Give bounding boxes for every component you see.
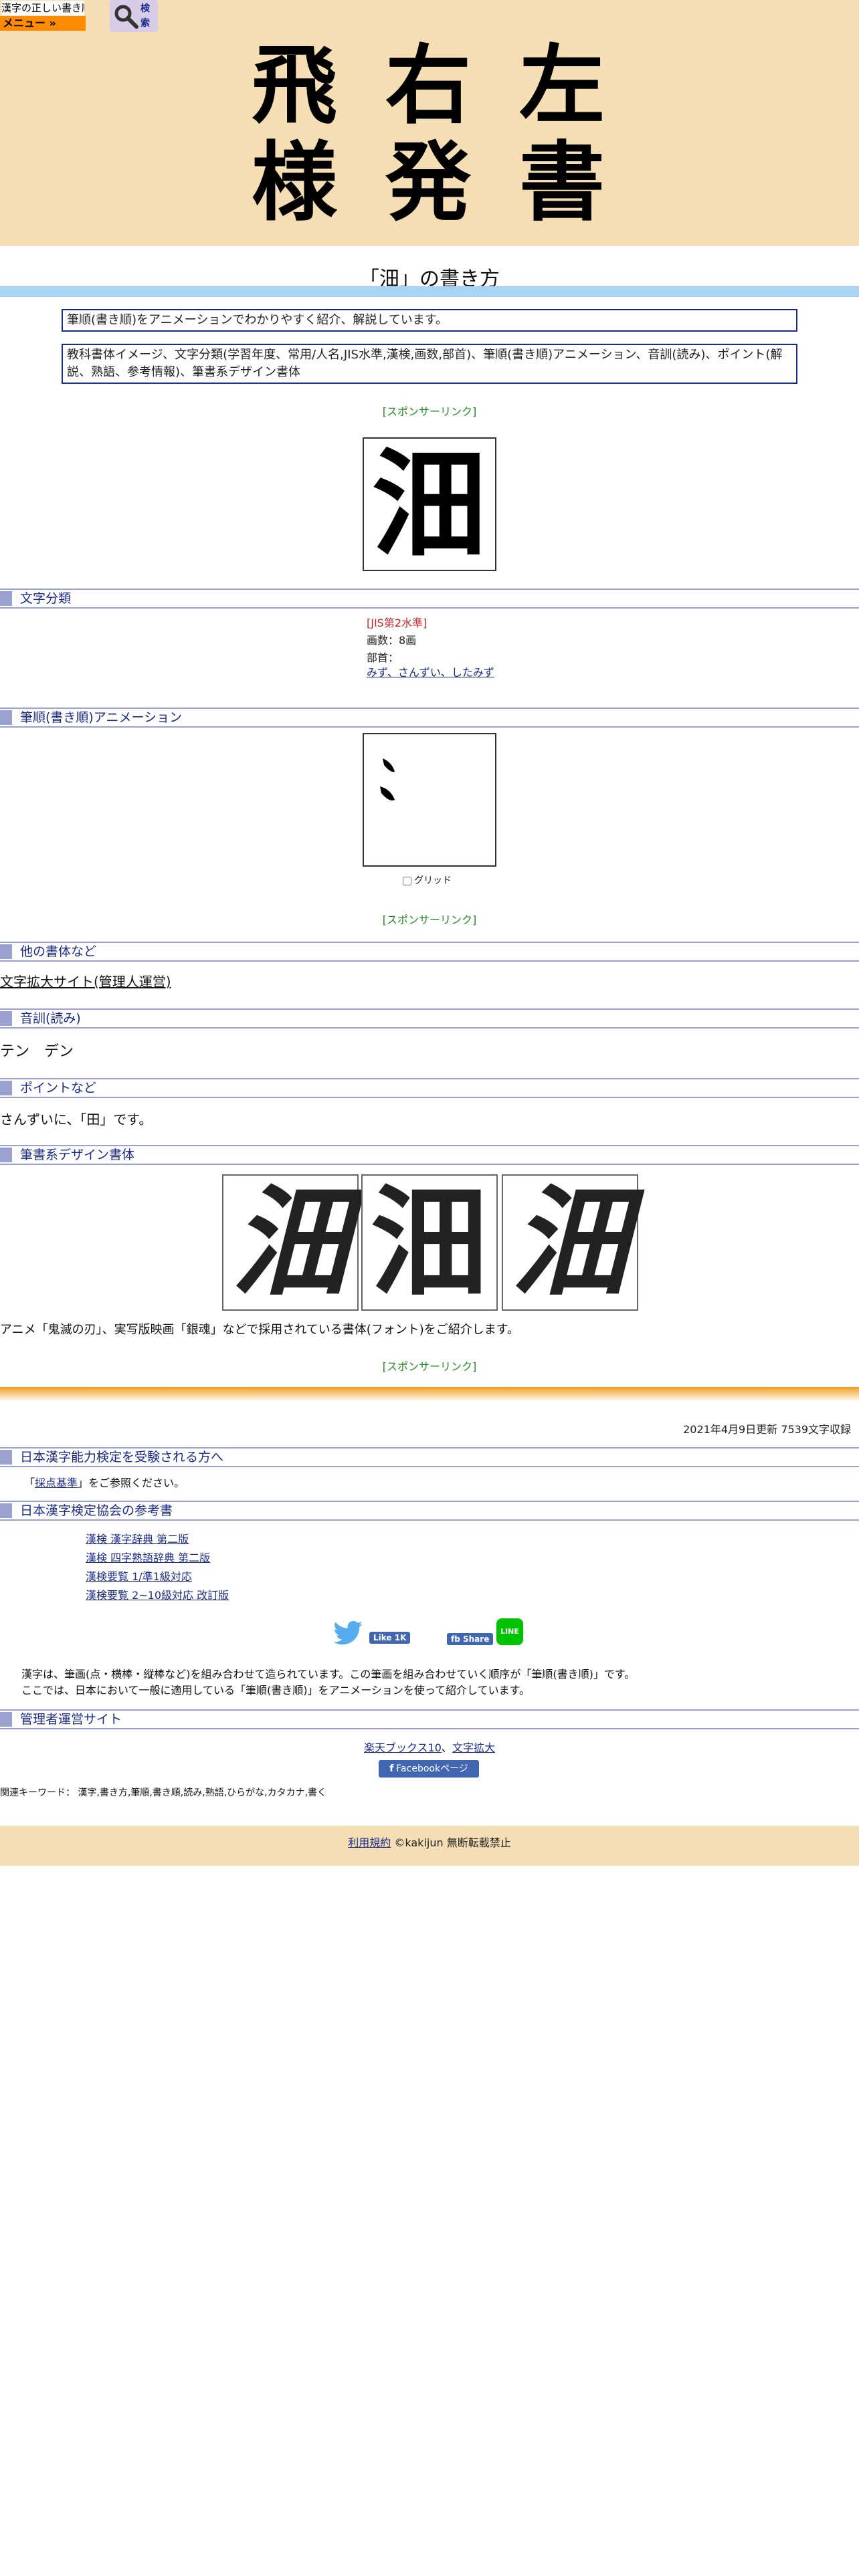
search-icon [114,5,138,29]
twitter-icon[interactable] [333,1621,363,1645]
radical-link[interactable]: みず、さんずい、したみず [367,665,494,681]
banner-logo: 飛 右 左 様 発 書 [227,37,629,231]
banner-char: 飛 [251,35,337,136]
stroke-count: 画数：8画 [367,634,417,647]
section-marker [0,944,12,959]
reference-book-link[interactable]: 漢検 漢字辞典 第二版 [86,1530,189,1546]
section-marker [0,1148,12,1162]
banner-char: 発 [385,132,471,233]
section-marker [0,1450,12,1465]
kanken-prefix: 「 [24,1477,35,1489]
reference-book-link[interactable]: 漢検要覧 1/準1級対応 [86,1568,192,1584]
section-marker [0,1712,12,1727]
about-text: 漢字は、筆画(点・横棒・縦棒など)を組み合わせて造られています。この筆画を組み合… [21,1667,635,1699]
banner-char: 右 [385,35,471,136]
design-font-sample: 沺 [222,1174,359,1311]
kanji-glyph: 沺 [372,436,487,572]
grid-checkbox[interactable] [403,876,411,885]
search-label: 検索 [140,3,150,29]
section-title: 管理者運営サイト [20,1712,122,1727]
section-design: 筆書系デザイン書体 [0,1145,859,1165]
reference-book-link[interactable]: 漢検要覧 2~10級対応 改訂版 [86,1586,229,1602]
footer-text: 利用規約 ©kakijun 無断転載禁止 [0,1834,859,1850]
site-logo-text[interactable]: 漢字の正しい書き順(筆順) [1,1,84,15]
related-keywords: 関連キーワード： 漢字,書き方,筆順,書き順,読み,熟語,ひらがな,カタカナ,書… [0,1788,327,1798]
kanken-suffix: 」をご参照ください。 [78,1477,185,1489]
design-note: アニメ「鬼滅の刃」、実写版映画「銀魂」などで採用されている書体(フォント)をご紹… [0,1323,519,1337]
contents-notice-text: 教科書体イメージ、文字分類(学習年度、常用/人名,JIS水準,漢検,画数,部首)… [67,348,783,379]
admin-link-separator: 、 [441,1741,452,1754]
zoom-site-link-admin[interactable]: 文字拡大 [452,1741,495,1754]
design-font-sample: 沺 [502,1174,638,1311]
terms-link[interactable]: 利用規約 [348,1836,391,1849]
about-line: ここでは、日本において一般に適用している「筆順(書き順)」をアニメーションを使っ… [21,1684,531,1697]
section-title: ポイントなど [20,1081,97,1095]
facebook-icon: f [389,1763,394,1774]
section-kanken-refs: 日本漢字検定協会の参考書 [0,1501,859,1521]
design-font-sample: 沺 [361,1174,498,1311]
banner-char: 左 [518,35,605,136]
intro-notice: 筆順(書き順)をアニメーションでわかりやすく紹介、解説しています。 [62,309,797,332]
update-info: 2021年4月9日更新 7539文字収録 [683,1423,851,1436]
sponsor-label: [スポンサーリンク] [382,405,477,418]
section-kanken: 日本漢字能力検定を受験される方へ [0,1447,859,1467]
section-marker [0,1081,12,1095]
section-classification: 文字分類 [0,588,859,609]
section-marker [0,591,12,606]
section-title: 日本漢字能力検定を受験される方へ [20,1450,224,1465]
section-title: 文字分類 [20,591,72,606]
kanken-note: 「採点基準」をご参照ください。 [24,1474,185,1490]
section-reading: 音訓(読み) [0,1008,859,1029]
reading-text: テン デン [0,1043,74,1060]
search-button[interactable]: 検索 [110,0,158,32]
orange-divider [0,1387,859,1402]
jis-level[interactable]: [JIS第2水準] [367,615,427,631]
banner-char: 様 [251,132,337,233]
copyright: ©kakijun 無断転載禁止 [394,1836,511,1849]
facebook-like-button[interactable]: Like 1K [369,1632,411,1644]
contents-notice: 教科書体イメージ、文字分類(学習年度、常用/人名,JIS水準,漢検,画数,部首)… [62,344,797,384]
section-admin: 管理者運営サイト [0,1709,859,1729]
section-marker [0,1011,12,1026]
section-title: 他の書体など [20,944,97,959]
reference-book-link[interactable]: 漢検 四字熟語辞典 第二版 [86,1549,210,1565]
title-divider [0,286,859,297]
grid-toggle[interactable]: グリッド [403,873,452,887]
facebook-share-button[interactable]: fb Share [447,1633,494,1645]
section-animation: 筆順(書き順)アニメーション [0,708,859,728]
kanji-textbook-image: 沺 [363,437,496,571]
radical-label: 部首： [367,651,399,664]
section-marker [0,710,12,725]
admin-links: 楽天ブックス10、文字拡大 [0,1739,859,1755]
facebook-page-label: Facebookページ [396,1763,468,1774]
sponsor-label: [スポンサーリンク] [382,1360,477,1373]
menu-button[interactable]: メニュー » [0,16,86,31]
section-title: 日本漢字検定協会の参考書 [20,1503,173,1518]
section-title: 筆順(書き順)アニメーション [20,710,183,725]
section-other-fonts: 他の書体など [0,942,859,962]
site-logo[interactable]: 漢字の正しい書き順(筆順) メニュー » [0,0,86,31]
stroke-animation-canvas[interactable] [363,733,496,867]
zoom-site-link[interactable]: 文字拡大サイト(管理人運営) [0,971,171,990]
section-points: ポイントなど [0,1078,859,1098]
section-marker [0,1503,12,1518]
grid-label: グリッド [414,875,452,886]
section-title: 音訓(読み) [20,1011,81,1026]
stroke-animation-frame [380,758,395,800]
points-text: さんずいに、「田」です。 [0,1111,153,1128]
facebook-page-button[interactable]: f Facebookページ [379,1760,479,1778]
line-share-icon[interactable]: LINE [496,1618,523,1645]
scoring-criteria-link[interactable]: 採点基準 [35,1477,78,1489]
rakuten-books-link[interactable]: 楽天ブックス10 [364,1741,442,1754]
banner-char: 書 [518,132,605,233]
about-line: 漢字は、筆画(点・横棒・縦棒など)を組み合わせて造られています。この筆画を組み合… [21,1668,636,1681]
sponsor-label: [スポンサーリンク] [382,914,477,926]
section-title: 筆書系デザイン書体 [20,1148,135,1162]
